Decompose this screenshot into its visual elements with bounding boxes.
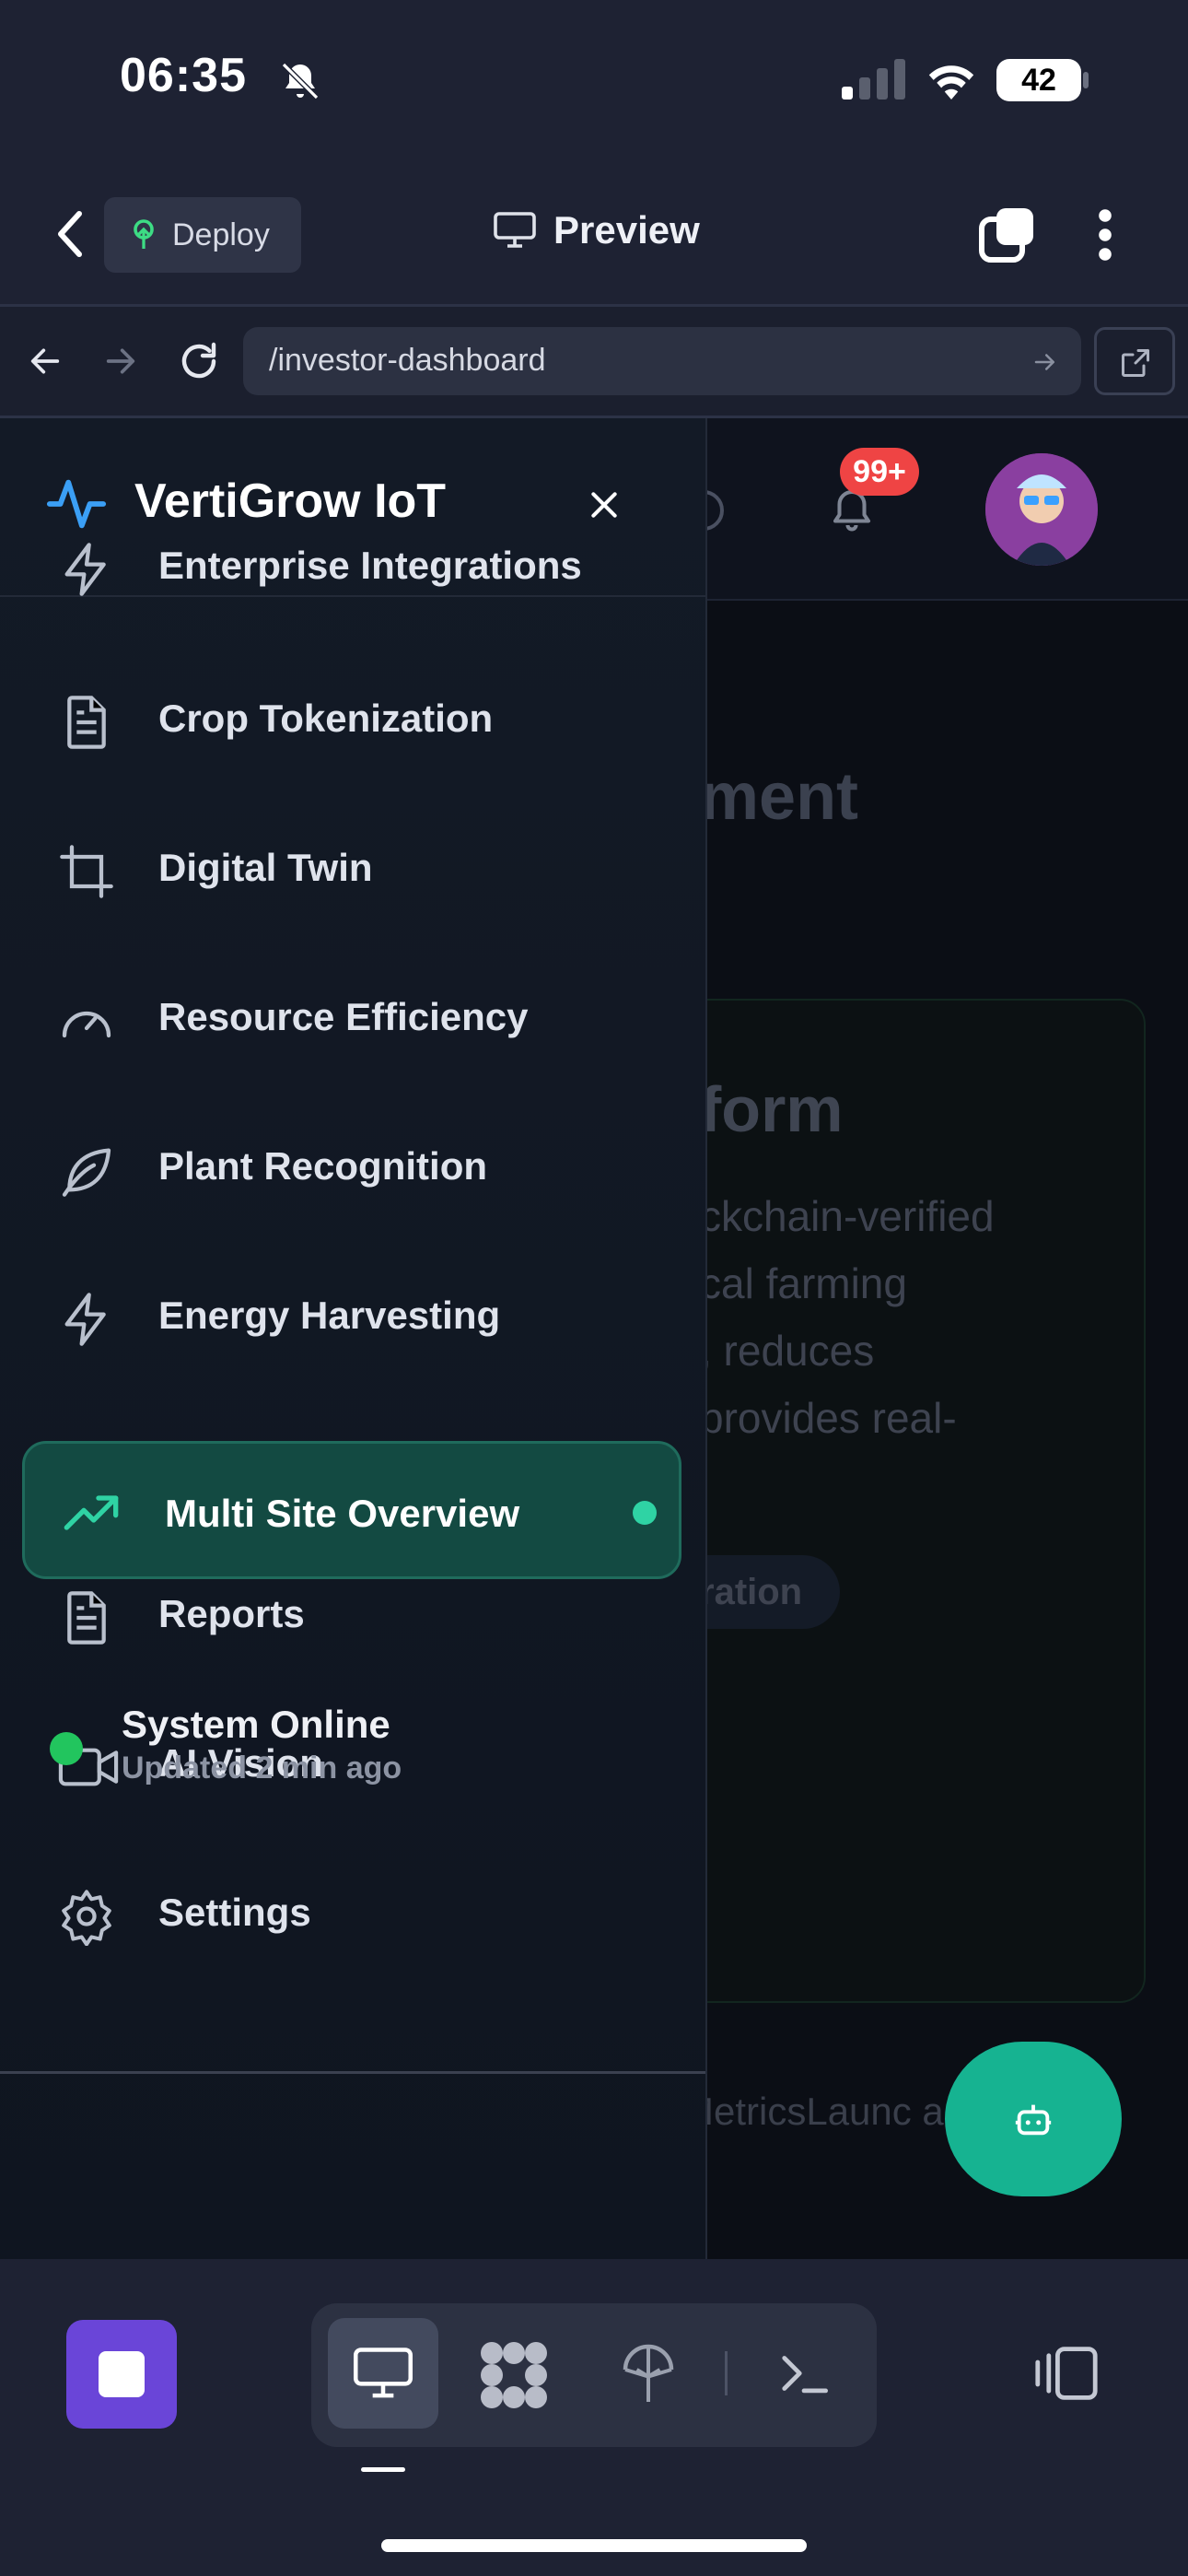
sidebar-item-label: Multi Site Overview [165, 1492, 520, 1535]
active-dot [633, 1501, 657, 1525]
sidebar-item-label: Digital Twin [158, 846, 373, 889]
deploy-button[interactable]: Deploy [104, 197, 301, 273]
battery-tip [1083, 72, 1089, 88]
tabs-icon[interactable] [978, 205, 1037, 263]
sidebar-item-plant-recognition[interactable]: Plant Recognition [0, 1141, 705, 1279]
stop-icon [99, 2351, 145, 2397]
sidebar-item-resource-efficiency[interactable]: Resource Efficiency [0, 991, 705, 1130]
status-bar: 06:35 42 [0, 0, 1188, 157]
lightning-icon [57, 1290, 116, 1349]
hero-card-title: form [700, 1073, 844, 1145]
signal-icon [842, 59, 906, 100]
layout-toggle-icon[interactable] [1033, 2344, 1100, 2403]
wifi-icon [925, 57, 978, 100]
home-indicator[interactable] [381, 2539, 807, 2552]
preview-label: Preview [553, 208, 700, 252]
bell-muted-icon [276, 59, 324, 103]
battery-level: 42 [1021, 63, 1056, 98]
pulse-logo-icon [44, 472, 109, 536]
deploy-icon [130, 218, 157, 252]
sidebar-drawer: VertiGrow IoT Enterprise Integrations Cr… [0, 418, 707, 2259]
sidebar-item-label: Reports [158, 1592, 305, 1635]
back-arrow-icon[interactable] [26, 343, 64, 380]
sidebar-footer [0, 2071, 705, 2259]
preview-tab[interactable]: Preview [493, 208, 700, 252]
sidebar-item-multi-site-overview[interactable]: Multi Site Overview [22, 1441, 681, 1579]
lightning-icon [57, 540, 116, 599]
sidebar-item-digital-twin[interactable]: Digital Twin [0, 842, 705, 980]
more-vertical-icon[interactable] [1098, 208, 1112, 262]
robot-icon [1012, 2098, 1054, 2140]
sidebar-item-label: Settings [158, 1891, 311, 1934]
close-icon[interactable] [586, 486, 623, 523]
sidebar-item-label: Resource Efficiency [158, 995, 529, 1038]
sidebar-item-energy-harvesting[interactable]: Energy Harvesting [0, 1290, 705, 1428]
sidebar-item-label: Energy Harvesting [158, 1294, 501, 1337]
system-status: System Online [122, 1703, 390, 1746]
online-status-dot [50, 1732, 83, 1765]
gear-icon [57, 1887, 116, 1946]
sidebar-item-crop-tokenization[interactable]: Crop Tokenization [0, 693, 705, 831]
hero-pill-label: ration [700, 1572, 803, 1612]
sidebar-item-label: Plant Recognition [158, 1144, 487, 1188]
sidebar-item-enterprise-integrations[interactable]: Enterprise Integrations [0, 543, 705, 682]
stop-button[interactable] [66, 2320, 177, 2429]
monitor-icon [493, 211, 537, 250]
tool-divider [725, 2351, 728, 2395]
network-icon[interactable] [621, 2342, 676, 2406]
section-tabs[interactable]: MetricsLaunc ap [681, 2090, 965, 2134]
gauge-icon [57, 991, 116, 1050]
notification-badge: 99+ [840, 448, 919, 496]
ai-assistant-button[interactable] [945, 2042, 1122, 2196]
battery-indicator: 42 [996, 59, 1081, 101]
hero-card-description: ckchain-verified cal farming , reduces p… [700, 1192, 995, 1442]
selected-tool-indicator [361, 2467, 405, 2472]
avatar-illustration [985, 453, 1098, 566]
brand-title: VertiGrow IoT [134, 474, 447, 528]
document-icon [57, 1588, 116, 1647]
reload-icon[interactable] [177, 339, 221, 383]
clock: 06:35 [120, 49, 247, 102]
sidebar-item-label: Crop Tokenization [158, 697, 494, 740]
terminal-icon[interactable] [777, 2349, 831, 2397]
go-arrow-icon[interactable] [1030, 348, 1061, 376]
sidebar-item-settings[interactable]: Settings [0, 1887, 705, 2025]
sidebar-item-label: Enterprise Integrations [158, 544, 582, 587]
page-heading: ment [700, 760, 859, 834]
back-chevron-icon[interactable] [52, 208, 88, 260]
avatar[interactable] [985, 453, 1098, 566]
open-external-button[interactable] [1094, 327, 1175, 395]
last-updated: Updated 2 min ago [122, 1751, 402, 1786]
deploy-label: Deploy [172, 217, 270, 252]
crop-icon [57, 842, 116, 901]
forward-arrow-icon[interactable] [101, 343, 140, 380]
monitor-icon [352, 2346, 414, 2401]
shell-grid-icon[interactable] [477, 2340, 551, 2410]
trending-up-icon [60, 1483, 119, 1542]
url-text: /investor-dashboard [269, 343, 546, 378]
leaf-icon [57, 1141, 116, 1200]
document-icon [57, 693, 116, 752]
external-link-icon [1119, 346, 1152, 380]
